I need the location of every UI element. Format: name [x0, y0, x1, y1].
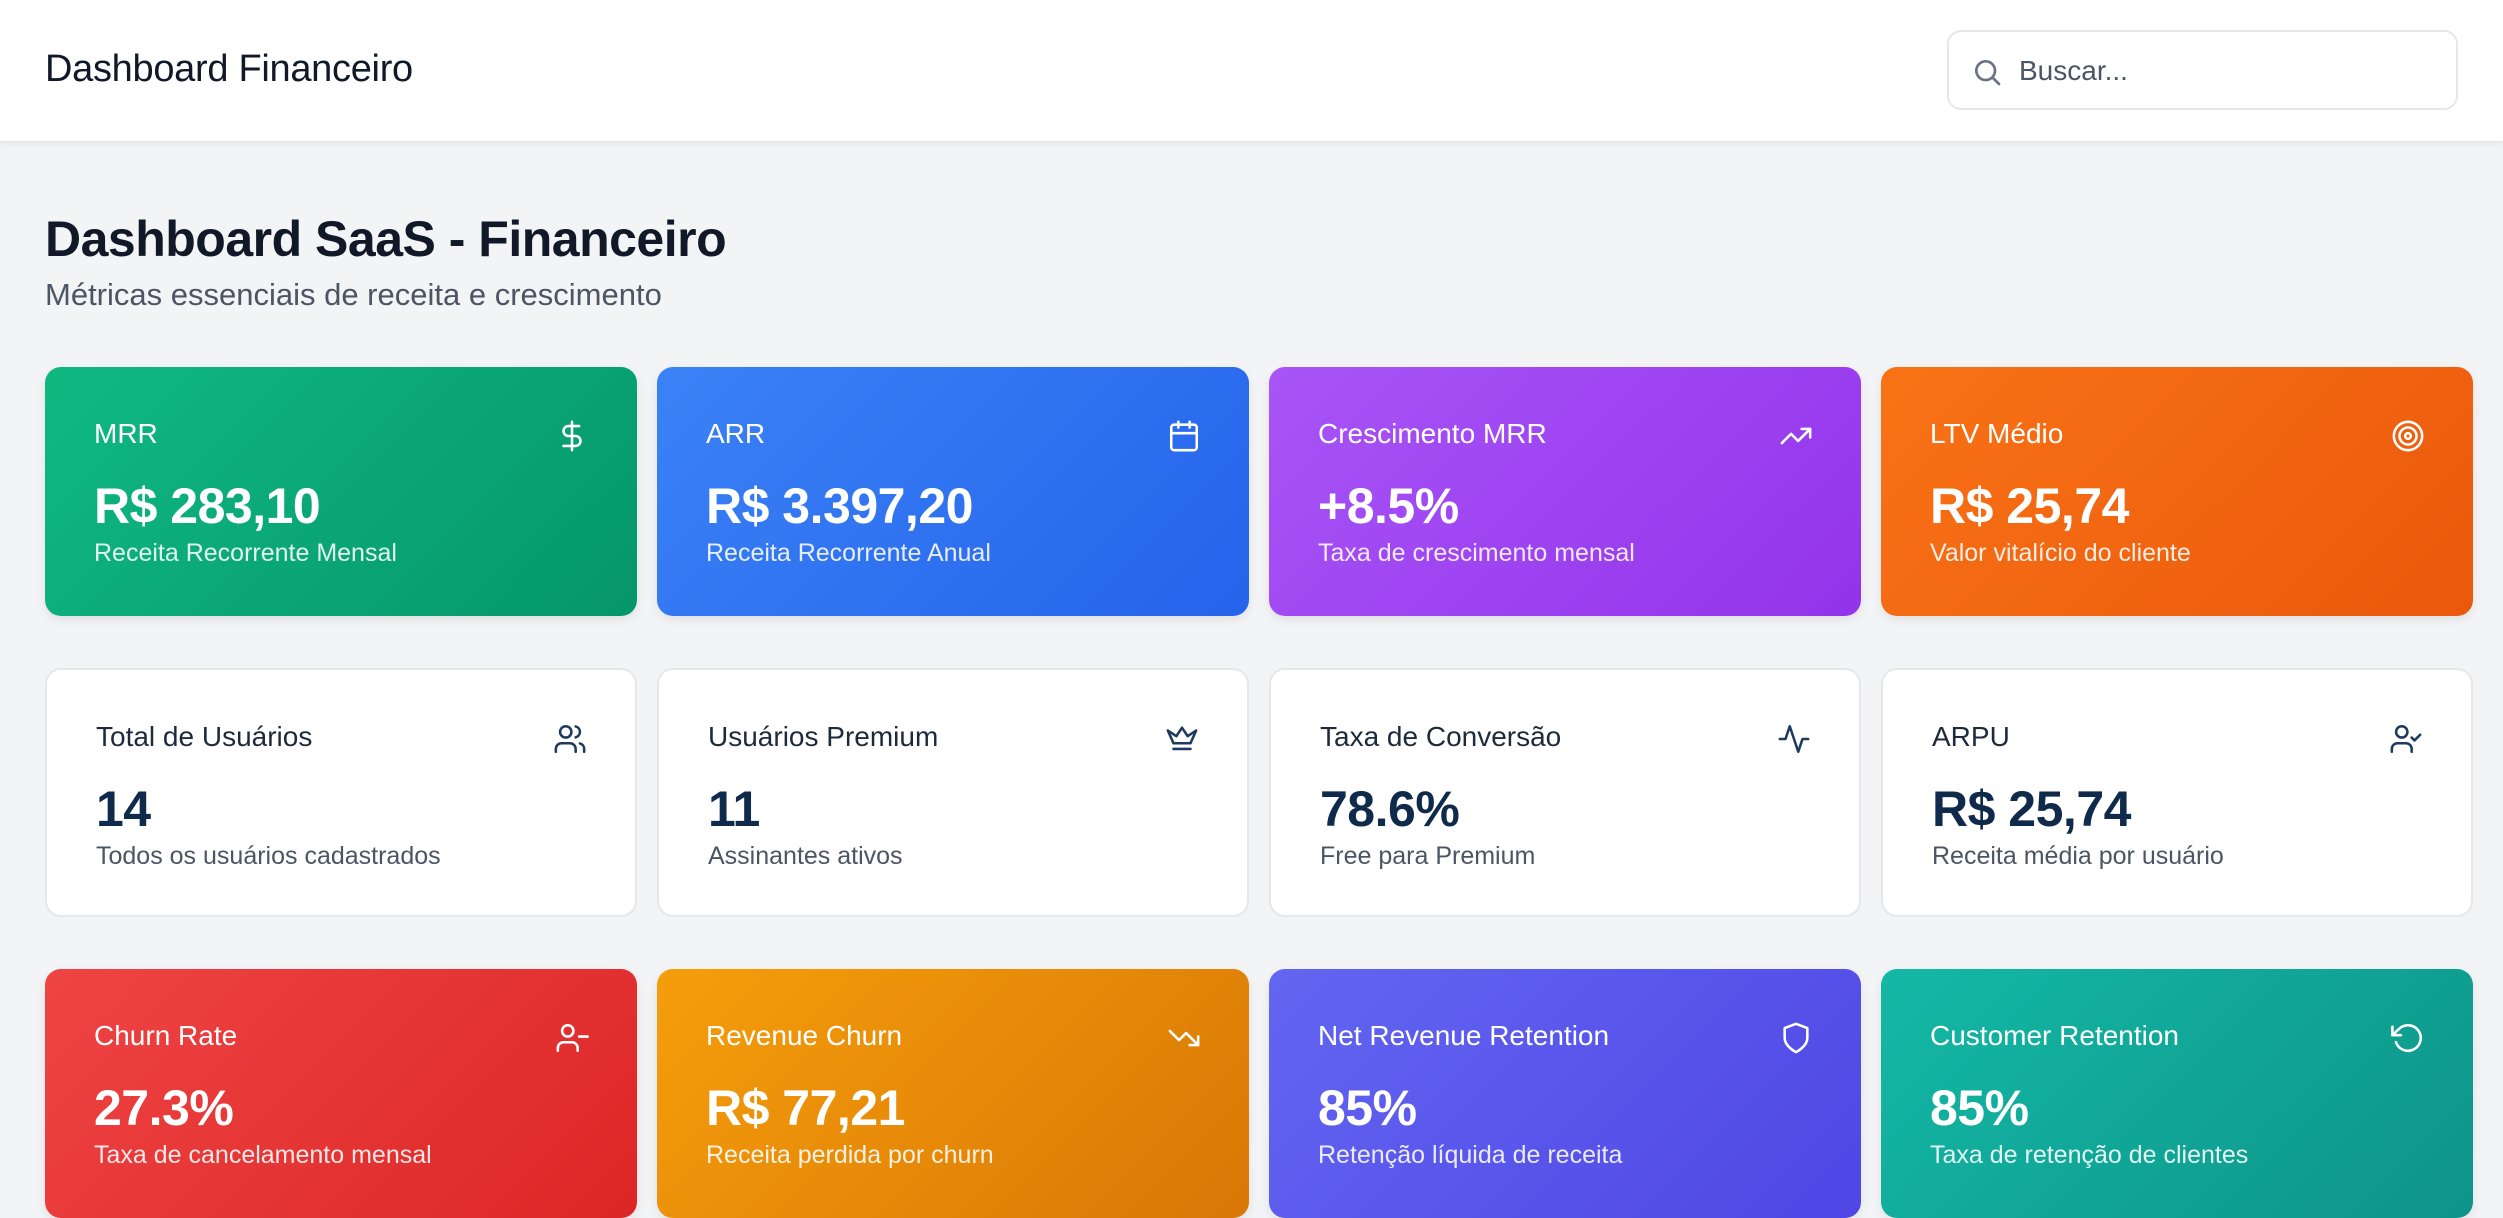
metric-label: Revenue Churn [706, 1020, 903, 1051]
metric-value: +8.5% [1318, 478, 1459, 534]
metric-description: Valor vitalício do cliente [1930, 539, 2191, 567]
metric-label: Total de Usuários [96, 721, 313, 752]
metric-value: 11 [708, 781, 760, 837]
calendar-icon [1167, 419, 1201, 453]
search-box[interactable] [1947, 30, 2458, 110]
metric-value: 85% [1318, 1080, 1417, 1136]
metric-value: R$ 77,21 [706, 1080, 905, 1136]
metric-description: Receita Recorrente Anual [706, 539, 991, 567]
metric-value: 14 [96, 781, 151, 837]
app-title: Dashboard Financeiro [45, 48, 413, 90]
rotate-ccw-icon [2391, 1021, 2425, 1055]
metric-description: Free para Premium [1320, 842, 1536, 870]
metric-label: Taxa de Conversão [1320, 721, 1562, 752]
metric-label: Usuários Premium [708, 721, 939, 752]
metric-card-total-users[interactable]: Total de Usuários 14 Todos os usuários c… [45, 668, 637, 917]
metric-card-churn-rate[interactable]: Churn Rate 27.3% Taxa de cancelamento me… [45, 969, 637, 1218]
metric-card-customer-retention[interactable]: Customer Retention 85% Taxa de retenção … [1881, 969, 2473, 1218]
metric-description: Assinantes ativos [708, 842, 903, 870]
crown-icon [1165, 722, 1199, 756]
metric-value: R$ 283,10 [94, 478, 321, 534]
metric-card-mrr[interactable]: MRR R$ 283,10 Receita Recorrente Mensal [45, 367, 637, 616]
metric-description: Retenção líquida de receita [1318, 1141, 1623, 1169]
metric-label: Crescimento MRR [1318, 418, 1547, 449]
metric-description: Receita Recorrente Mensal [94, 539, 397, 567]
users-icon [553, 722, 587, 756]
metric-card-arpu[interactable]: ARPU R$ 25,74 Receita média por usuário [1881, 668, 2473, 917]
metric-card-arr[interactable]: ARR R$ 3.397,20 Receita Recorrente Anual [657, 367, 1249, 616]
search-input[interactable] [2019, 50, 2439, 92]
metrics-grid: MRR R$ 283,10 Receita Recorrente Mensal … [45, 367, 2473, 1218]
metric-card-net-revenue-retention[interactable]: Net Revenue Retention 85% Retenção líqui… [1269, 969, 1861, 1218]
metric-label: Customer Retention [1930, 1020, 2180, 1051]
metric-label: ARPU [1932, 721, 2010, 752]
user-minus-icon [555, 1021, 589, 1055]
metric-description: Taxa de retenção de clientes [1930, 1141, 2249, 1169]
trending-up-icon [1779, 419, 1813, 453]
metric-label: Net Revenue Retention [1318, 1020, 1610, 1051]
metric-description: Taxa de crescimento mensal [1318, 539, 1635, 567]
user-check-icon [2389, 722, 2423, 756]
metric-value: 85% [1930, 1080, 2029, 1136]
metric-card-revenue-churn[interactable]: Revenue Churn R$ 77,21 Receita perdida p… [657, 969, 1249, 1218]
trending-down-icon [1167, 1021, 1201, 1055]
metric-value: R$ 25,74 [1932, 781, 2131, 837]
metric-card-conversion-rate[interactable]: Taxa de Conversão 78.6% Free para Premiu… [1269, 668, 1861, 917]
metric-description: Taxa de cancelamento mensal [94, 1141, 432, 1169]
page-subtitle: Métricas essenciais de receita e crescim… [45, 277, 662, 312]
top-bar: Dashboard Financeiro [0, 0, 2503, 142]
metric-card-mrr-growth[interactable]: Crescimento MRR +8.5% Taxa de cresciment… [1269, 367, 1861, 616]
activity-icon [1777, 722, 1811, 756]
metric-label: MRR [94, 418, 158, 449]
metric-label: LTV Médio [1930, 418, 2064, 449]
metric-label: Churn Rate [94, 1020, 238, 1051]
target-icon [2391, 419, 2425, 453]
metric-label: ARR [706, 418, 766, 449]
metric-value: 27.3% [94, 1080, 234, 1136]
search-icon [1971, 56, 2003, 88]
metric-card-ltv[interactable]: LTV Médio R$ 25,74 Valor vitalício do cl… [1881, 367, 2473, 616]
metric-description: Receita perdida por churn [706, 1141, 994, 1169]
metric-description: Receita média por usuário [1932, 842, 2224, 870]
metric-value: 78.6% [1320, 781, 1460, 837]
page-title: Dashboard SaaS - Financeiro [45, 211, 727, 267]
dollar-icon [555, 419, 589, 453]
metric-description: Todos os usuários cadastrados [96, 842, 441, 870]
metric-value: R$ 3.397,20 [706, 478, 973, 534]
metric-card-premium-users[interactable]: Usuários Premium 11 Assinantes ativos [657, 668, 1249, 917]
metric-value: R$ 25,74 [1930, 478, 2129, 534]
shield-icon [1779, 1021, 1813, 1055]
